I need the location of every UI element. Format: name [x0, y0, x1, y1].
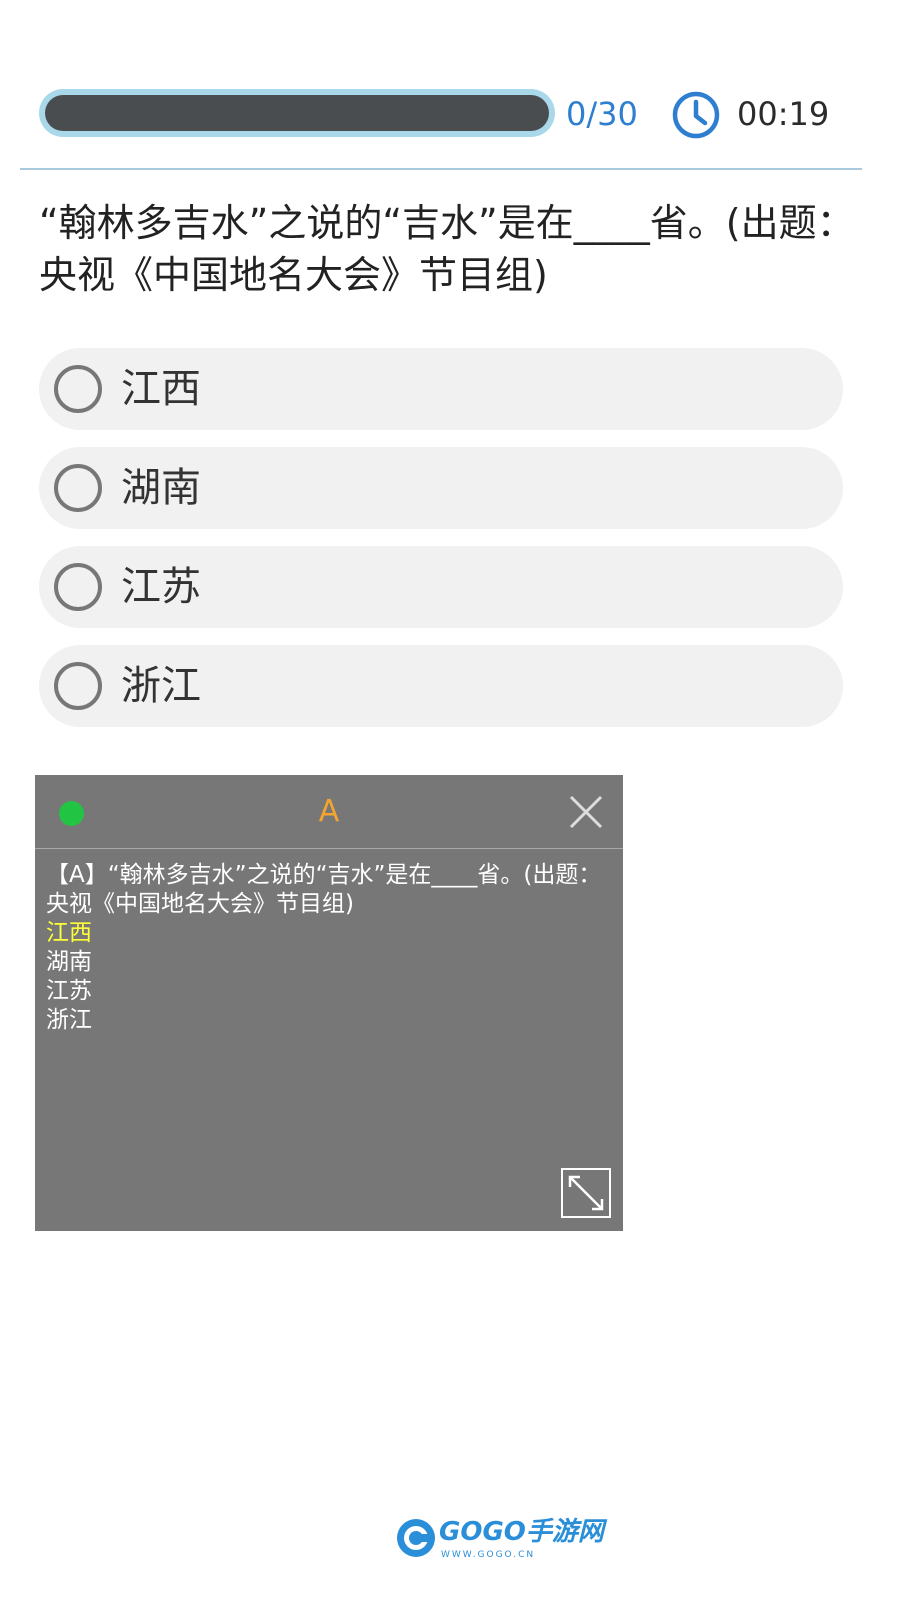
option-label: 江西 — [121, 366, 201, 412]
panel-question-text: 【A】“翰林多吉水”之说的“吉水”是在____省。(出题：央视《中国地名大会》节… — [46, 862, 602, 917]
panel-title: A — [318, 794, 340, 829]
floating-answer-panel[interactable]: A 【A】“翰林多吉水”之说的“吉水”是在____省。(出题：央视《中国地名大会… — [35, 775, 623, 1231]
progress-bar — [39, 89, 555, 137]
clock-icon — [672, 91, 720, 139]
watermark: GOGO手游网 WWW.GOGO.CN — [395, 1515, 604, 1565]
panel-answer: 浙江 — [46, 1007, 92, 1033]
panel-header[interactable]: A — [35, 775, 623, 849]
watermark-url: WWW.GOGO.CN — [441, 1550, 536, 1560]
option-jiangsu[interactable]: 江苏 — [39, 546, 843, 628]
progress-count: 0/30 — [566, 95, 638, 133]
radio-unchecked-icon[interactable] — [54, 365, 102, 413]
question-text: “翰林多吉水”之说的“吉水”是在____省。(出题：央视《中国地名大会》节目组) — [39, 201, 855, 297]
countdown-timer: 00:19 — [737, 95, 830, 133]
panel-answer: 湖南 — [46, 949, 92, 975]
option-zhejiang[interactable]: 浙江 — [39, 645, 843, 727]
option-jiangxi[interactable]: 江西 — [39, 348, 843, 430]
radio-unchecked-icon[interactable] — [54, 464, 102, 512]
progress-bar-track-inner — [45, 95, 549, 131]
header-divider — [20, 168, 862, 170]
resize-icon[interactable] — [561, 1168, 611, 1218]
answer-options: 江西 湖南 江苏 浙江 — [39, 348, 843, 744]
panel-content: 【A】“翰林多吉水”之说的“吉水”是在____省。(出题：央视《中国地名大会》节… — [46, 861, 606, 1035]
gogo-logo-icon — [397, 1519, 435, 1557]
watermark-name: GOGO手游网 — [439, 1517, 604, 1547]
quiz-screen: 0/30 00:19 “翰林多吉水”之说的“吉水”是在____省。(出题：央视《… — [0, 0, 900, 1600]
option-label: 湖南 — [121, 465, 201, 511]
radio-unchecked-icon[interactable] — [54, 662, 102, 710]
option-label: 江苏 — [121, 564, 201, 610]
option-label: 浙江 — [121, 663, 201, 709]
panel-answer: 江苏 — [46, 978, 92, 1004]
radio-unchecked-icon[interactable] — [54, 563, 102, 611]
option-hunan[interactable]: 湖南 — [39, 447, 843, 529]
close-icon[interactable] — [567, 793, 605, 831]
panel-answer-highlighted: 江西 — [46, 920, 92, 946]
